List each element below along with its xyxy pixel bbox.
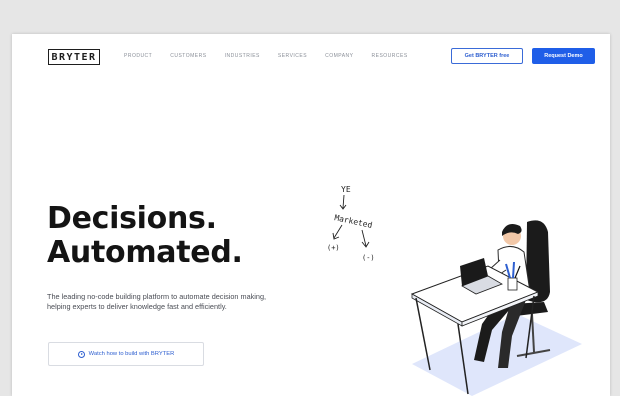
floor-shadow: [412, 314, 582, 396]
pencil-cup: [507, 277, 518, 291]
hero-illustration: [410, 220, 582, 396]
landing-page: BRYTER PRODUCT CUSTOMERS INDUSTRIES SERV…: [12, 34, 610, 396]
nav-item-company[interactable]: COMPANY: [325, 53, 353, 59]
watch-video-label: Watch how to build with BRYTER: [88, 351, 175, 357]
main-nav: PRODUCT CUSTOMERS INDUSTRIES SERVICES CO…: [124, 53, 426, 59]
nav-item-industries[interactable]: INDUSTRIES: [225, 53, 260, 59]
headline-line-1: Decisions.: [47, 201, 217, 236]
nav-item-resources[interactable]: RESOURCES: [372, 53, 408, 59]
headline-line-2: Automated.: [47, 235, 243, 270]
bryter-logo[interactable]: BRYTER: [48, 49, 100, 65]
get-bryter-free-button[interactable]: Get BRYTER free: [451, 48, 523, 64]
play-circle-icon: [77, 350, 85, 358]
hero-description: The leading no-code building platform to…: [47, 292, 267, 311]
hero-headline: Decisions. Automated.: [47, 202, 243, 270]
watch-video-button[interactable]: Watch how to build with BRYTER: [48, 342, 204, 366]
request-demo-button[interactable]: Request Demo: [532, 48, 595, 64]
nav-item-product[interactable]: PRODUCT: [124, 53, 152, 59]
nav-item-services[interactable]: SERVICES: [278, 53, 307, 59]
pencil-blue-2: [512, 261, 515, 279]
nav-item-customers[interactable]: CUSTOMERS: [170, 53, 206, 59]
